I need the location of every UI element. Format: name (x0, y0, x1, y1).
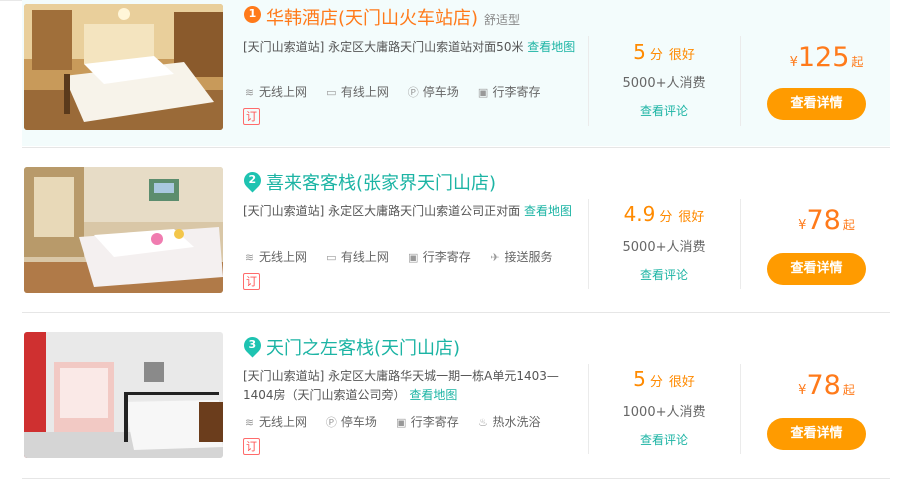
facility-item: ✈ 接送服务 (490, 250, 553, 264)
address-text: [天门山索道站] 永定区大庸路华天城一期一栋A单元1403—1404房（天门山索… (243, 369, 559, 402)
address-text: [天门山索道站] 永定区大庸路天门山索道公司正对面 (243, 204, 521, 218)
view-details-button[interactable]: 查看详情 (767, 253, 866, 285)
facility-item: ▣ 行李寄存 (407, 250, 471, 264)
facility-item: ≋ 无线上网 (244, 415, 308, 429)
hotel-name-text[interactable]: 喜来客客栈(张家界天门山店) (266, 173, 496, 194)
hotel-name[interactable]: 天门之左客栈(天门山店) (266, 334, 466, 360)
parking-icon: Ⓟ (325, 416, 337, 429)
luggage-icon: ▣ (395, 416, 407, 429)
view-reviews-link[interactable]: 查看评论 (588, 431, 740, 448)
hotel-card[interactable]: 2 喜来客客栈(张家界天门山店) [天门山索道站] 永定区大庸路天门山索道公司正… (22, 150, 890, 313)
rating-score: 4.9 分很好 (623, 202, 705, 226)
view-map-link[interactable]: 查看地图 (409, 388, 457, 402)
facility-list: ≋ 无线上网 Ⓟ 停车场 ▣ 行李寄存 ♨ 热水洗浴 (243, 413, 555, 430)
price: ¥78 起 (798, 205, 855, 236)
luggage-icon: ▣ (407, 251, 419, 264)
booking-badge: 订 (243, 273, 260, 290)
monitor-icon: ▭ (326, 251, 337, 264)
plane-icon: ✈ (490, 251, 500, 264)
facility-list: ≋ 无线上网 ▭ 有线上网 Ⓟ 停车场 ▣ 行李寄存 (243, 83, 555, 100)
facility-item: ≋ 无线上网 (244, 85, 308, 99)
booking-badge: 订 (243, 108, 260, 125)
hotel-name-text[interactable]: 华韩酒店(天门山火车站店) (266, 8, 478, 29)
view-details-button[interactable]: 查看详情 (767, 418, 866, 450)
hotel-address: [天门山索道站] 永定区大庸路天门山索道公司正对面 查看地图 (243, 202, 583, 221)
rank-badge: 1 (244, 6, 261, 23)
luggage-icon: ▣ (477, 86, 489, 99)
hotel-photo[interactable] (24, 4, 223, 130)
view-reviews-link[interactable]: 查看评论 (588, 102, 740, 119)
facility-item: ≋ 无线上网 (244, 250, 308, 264)
view-reviews-link[interactable]: 查看评论 (588, 266, 740, 283)
wifi-icon: ≋ (244, 86, 255, 99)
hotel-name[interactable]: 喜来客客栈(张家界天门山店) (266, 169, 502, 195)
parking-icon: Ⓟ (407, 86, 419, 99)
facility-item: Ⓟ 停车场 (325, 415, 377, 429)
consumer-count: 5000+人消费 (622, 76, 706, 91)
address-text: [天门山索道站] 永定区大庸路天门山索道站对面50米 (243, 40, 524, 54)
rank-pin-badge: 3 (240, 333, 265, 358)
rank-pin-badge: 2 (240, 168, 265, 193)
facility-item: ▣ 行李寄存 (395, 415, 459, 429)
view-map-link[interactable]: 查看地图 (527, 40, 575, 54)
rating-score: 5 分很好 (633, 40, 695, 64)
hotel-card[interactable]: 1 华韩酒店(天门山火车站店) 舒适型 [天门山索道站] 永定区大庸路天门山索道站… (22, 0, 890, 146)
hotel-name[interactable]: 华韩酒店(天门山火车站店) 舒适型 (266, 4, 520, 30)
hotel-card[interactable]: 3 天门之左客栈(天门山店) [天门山索道站] 永定区大庸路华天城一期一栋A单元… (22, 315, 890, 478)
consumer-count: 1000+人消费 (622, 405, 706, 420)
price: ¥78 起 (798, 370, 855, 401)
view-map-link[interactable]: 查看地图 (524, 204, 572, 218)
view-details-button[interactable]: 查看详情 (767, 88, 866, 120)
hotel-photo[interactable] (24, 167, 223, 293)
wifi-icon: ≋ (244, 416, 255, 429)
hotel-name-text[interactable]: 天门之左客栈(天门山店) (266, 338, 460, 359)
rating-score: 5 分很好 (633, 367, 695, 391)
facility-item: ♨ 热水洗浴 (478, 415, 541, 429)
hotel-type-tag: 舒适型 (484, 13, 521, 27)
facility-item: ▭ 有线上网 (326, 250, 389, 264)
monitor-icon: ▭ (326, 86, 337, 99)
hotel-photo[interactable] (24, 332, 223, 458)
price: ¥125 起 (789, 42, 864, 73)
wifi-icon: ≋ (244, 251, 255, 264)
row-separator (22, 478, 890, 479)
consumer-count: 5000+人消费 (622, 240, 706, 255)
facility-item: Ⓟ 停车场 (407, 85, 459, 99)
facility-item: ▭ 有线上网 (326, 85, 389, 99)
booking-badge: 订 (243, 438, 260, 455)
hotel-address: [天门山索道站] 永定区大庸路华天城一期一栋A单元1403—1404房（天门山索… (243, 367, 583, 405)
hotel-address: [天门山索道站] 永定区大庸路天门山索道站对面50米 查看地图 (243, 38, 583, 57)
facility-item: ▣ 行李寄存 (477, 85, 541, 99)
shower-icon: ♨ (478, 416, 488, 429)
row-separator (22, 312, 890, 313)
facility-list: ≋ 无线上网 ▭ 有线上网 ▣ 行李寄存 ✈ 接送服务 (243, 248, 567, 265)
row-separator (22, 147, 890, 148)
